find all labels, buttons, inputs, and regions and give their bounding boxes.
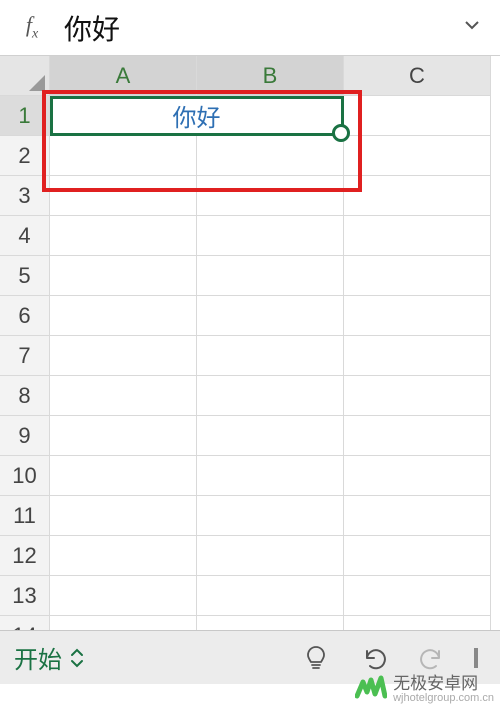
cell[interactable] [50, 176, 197, 216]
select-all-corner[interactable] [0, 56, 50, 96]
fx-icon[interactable]: fx [8, 12, 56, 42]
row-header[interactable]: 10 [0, 456, 50, 496]
cell[interactable] [344, 376, 491, 416]
cell[interactable] [197, 256, 344, 296]
cell[interactable] [50, 536, 197, 576]
cell[interactable] [50, 416, 197, 456]
cell[interactable] [197, 336, 344, 376]
row-header[interactable]: 5 [0, 256, 50, 296]
row-header[interactable]: 4 [0, 216, 50, 256]
cell[interactable] [197, 176, 344, 216]
cell[interactable] [50, 256, 197, 296]
cell[interactable] [50, 456, 197, 496]
cell[interactable] [344, 336, 491, 376]
cell[interactable] [344, 496, 491, 536]
row-header[interactable]: 13 [0, 576, 50, 616]
cell[interactable] [197, 496, 344, 536]
expand-formula-icon[interactable] [452, 16, 492, 39]
spreadsheet-grid[interactable]: ABC 1你好234567891011121314 [0, 56, 500, 630]
redo-icon [408, 646, 456, 670]
cell[interactable] [197, 616, 344, 630]
formula-bar: fx 你好 [0, 0, 500, 56]
watermark-subtitle: wjhotelgroup.com.cn [393, 693, 494, 705]
cell[interactable] [344, 176, 491, 216]
cell[interactable] [197, 536, 344, 576]
column-header[interactable]: C [344, 56, 491, 96]
cell[interactable] [197, 376, 344, 416]
tab-label: 开始 [14, 640, 62, 675]
cell[interactable] [197, 296, 344, 336]
cell[interactable] [50, 616, 197, 630]
cell[interactable] [197, 216, 344, 256]
row-header[interactable]: 11 [0, 496, 50, 536]
watermark: 无极安卓网 wjhotelgroup.com.cn [355, 674, 494, 706]
cell[interactable] [344, 416, 491, 456]
cell[interactable] [50, 136, 197, 176]
cell[interactable] [344, 296, 491, 336]
cell[interactable] [50, 576, 197, 616]
cell[interactable] [50, 496, 197, 536]
cell[interactable] [344, 456, 491, 496]
row-header[interactable]: 9 [0, 416, 50, 456]
cell[interactable] [344, 96, 491, 136]
selection-handle[interactable] [332, 124, 350, 142]
cell[interactable] [50, 336, 197, 376]
row-header[interactable]: 14 [0, 616, 50, 630]
cell[interactable] [50, 296, 197, 336]
cell[interactable] [344, 536, 491, 576]
cell[interactable] [344, 256, 491, 296]
cell-a1-b1-merged[interactable]: 你好 [50, 96, 344, 136]
row-header[interactable]: 12 [0, 536, 50, 576]
column-header[interactable]: A [50, 56, 197, 96]
cell[interactable] [50, 376, 197, 416]
row-header[interactable]: 7 [0, 336, 50, 376]
cell[interactable] [50, 216, 197, 256]
cell[interactable] [197, 136, 344, 176]
cell[interactable] [197, 416, 344, 456]
chevron-updown-icon [68, 646, 86, 670]
cell[interactable] [197, 456, 344, 496]
tab-start[interactable]: 开始 [14, 640, 86, 675]
row-header[interactable]: 1 [0, 96, 50, 136]
row-header[interactable]: 3 [0, 176, 50, 216]
cell[interactable] [344, 136, 491, 176]
watermark-title: 无极安卓网 [393, 675, 494, 693]
cell[interactable] [344, 216, 491, 256]
watermark-logo-icon [355, 674, 387, 706]
more-icon[interactable] [466, 646, 486, 670]
undo-icon[interactable] [350, 646, 398, 670]
cell[interactable] [344, 616, 491, 630]
cell[interactable] [197, 576, 344, 616]
cell[interactable] [344, 576, 491, 616]
row-header[interactable]: 2 [0, 136, 50, 176]
column-header[interactable]: B [197, 56, 344, 96]
row-header[interactable]: 8 [0, 376, 50, 416]
lightbulb-icon[interactable] [292, 644, 340, 672]
formula-input[interactable]: 你好 [56, 8, 452, 48]
row-header[interactable]: 6 [0, 296, 50, 336]
